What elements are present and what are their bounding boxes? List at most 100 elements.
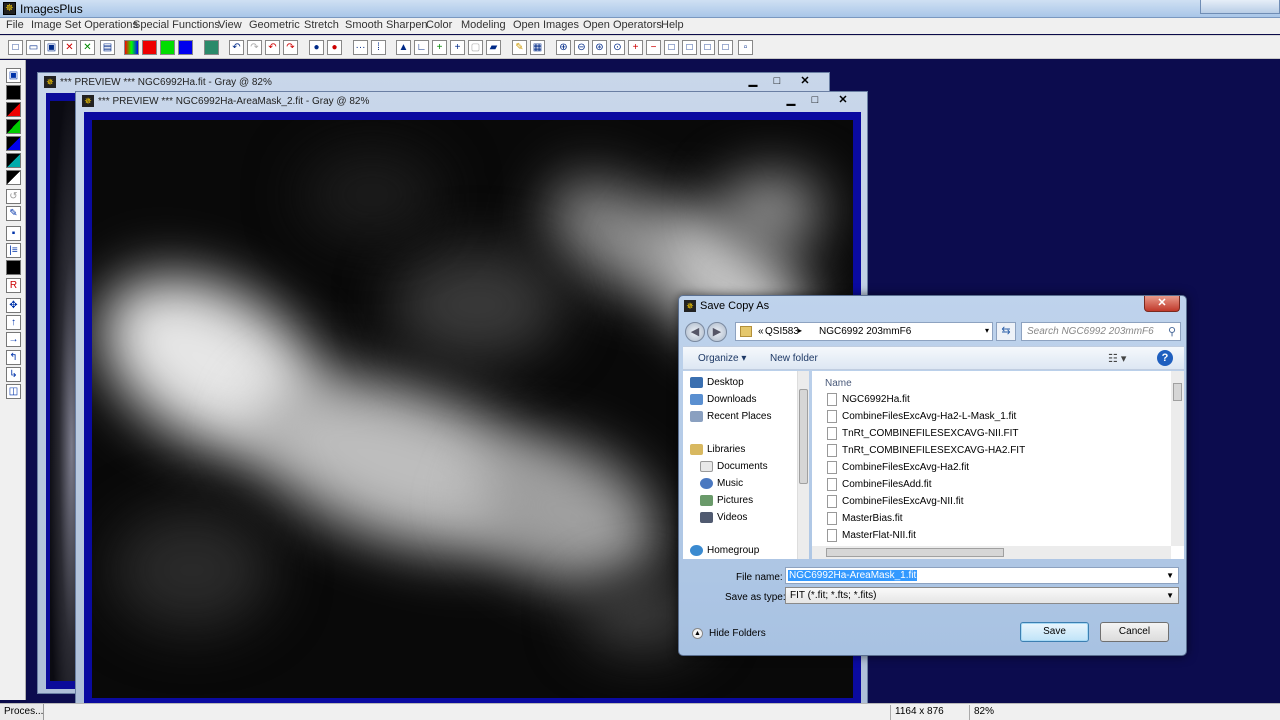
black-tool-icon[interactable] [6,85,21,100]
zoom-out-icon[interactable]: ⊖ [574,40,589,55]
points-icon[interactable]: ⁞ [371,40,386,55]
record-icon[interactable]: ● [327,40,342,55]
new-folder-button[interactable]: New folder [770,353,818,364]
menu-view[interactable]: View [218,19,242,31]
taskbar-processing-button[interactable]: Proces... [0,704,44,720]
tile-icon-2[interactable]: □ [682,40,697,55]
save-icon[interactable]: ▣ [44,40,59,55]
close-all-icon[interactable]: ✕ [80,40,95,55]
blue-channel-icon[interactable] [178,40,193,55]
file-name-input[interactable]: NGC6992Ha-AreaMask_1.fit ▼ [785,567,1179,584]
point-tool-icon[interactable]: ▪ [6,226,21,241]
curves-icon[interactable]: ∟ [414,40,429,55]
arrow-right-icon[interactable]: → [6,332,21,347]
nav-item-desktop[interactable]: Desktop [690,377,744,388]
close-image-icon[interactable]: ✕ [62,40,77,55]
help-icon[interactable]: ? [1157,350,1173,366]
rotate-left-icon[interactable]: ↰ [6,350,21,365]
file-row[interactable]: CombineFilesExcAvg-NII.fit [827,493,1167,510]
crosshair-icon[interactable]: + [450,40,465,55]
cancel-button[interactable]: Cancel [1100,622,1169,642]
green-channel-icon[interactable] [160,40,175,55]
menu-image-set-operations[interactable]: Image Set Operations [31,19,138,31]
maximize-button[interactable]: □ [804,94,826,108]
arrow-up-icon[interactable]: ↑ [6,315,21,330]
dotted-line-icon[interactable]: ··· [353,40,368,55]
zoom-fit-icon[interactable]: ⊛ [592,40,607,55]
remove-image-icon[interactable]: − [646,40,661,55]
nav-item-pictures[interactable]: Pictures [700,495,753,506]
redo-icon[interactable]: ↷ [247,40,262,55]
search-input[interactable]: Search NGC6992 203mmF6 ⚲ [1021,322,1181,341]
pencil-icon[interactable]: ✎ [512,40,527,55]
forward-arrow-icon[interactable]: ▶ [707,322,727,342]
menu-open-operators[interactable]: Open Operators [583,19,662,31]
address-bar[interactable]: « QSI583 ▸ NGC6992 203mmF6 ▾ [735,322,993,341]
address-segment-qsi583[interactable]: QSI583 [765,326,799,337]
grid-icon[interactable] [204,40,219,55]
undo-icon[interactable]: ↶ [229,40,244,55]
minimize-button[interactable]: ▁ [742,75,764,89]
frame-tool-icon[interactable]: ◫ [6,384,21,399]
file-row[interactable]: TnRt_COMBINEFILESEXCAVG-NII.FIT [827,425,1167,442]
nav-scrollbar[interactable] [797,371,809,559]
nav-item-downloads[interactable]: Downloads [690,394,756,405]
lines-tool-icon[interactable]: |≡ [6,243,21,258]
search-tool-icon[interactable]: R [6,278,21,293]
selection-box-icon[interactable]: ▢ [468,40,483,55]
images-plus-icon[interactable]: ✵ [3,2,16,15]
green-mix-icon[interactable] [6,119,21,134]
refresh-icon[interactable]: ⇆ [996,322,1016,341]
camera-icon[interactable]: ▰ [486,40,501,55]
file-name-dropdown-icon[interactable]: ▼ [1166,571,1174,580]
save-as-type-dropdown-icon[interactable]: ▼ [1166,591,1174,600]
copy-icon[interactable]: ▤ [100,40,115,55]
move-tool-icon[interactable]: ✥ [6,298,21,313]
maximize-button[interactable]: □ [766,75,788,89]
menu-modeling[interactable]: Modeling [461,19,506,31]
red-channel-icon[interactable] [142,40,157,55]
mask-tool-icon[interactable] [6,260,21,275]
close-button[interactable]: ✕ [832,94,854,108]
file-row[interactable]: TnRt_COMBINEFILESEXCAVG-HA2.FIT [827,442,1167,459]
organize-button[interactable]: Organize ▾ [698,353,746,364]
file-row[interactable]: MasterFlat-NII.fit [827,527,1167,544]
new-file-icon[interactable]: □ [8,40,23,55]
nav-item-homegroup[interactable]: Homegroup [690,545,759,556]
column-header-name[interactable]: Name [825,378,852,389]
file-list-vertical-scrollbar[interactable] [1171,371,1184,546]
rgb-channels-icon[interactable] [124,40,139,55]
tile-icon-5[interactable]: ▫ [738,40,753,55]
view-options-button[interactable]: ☷ ▾ [1108,352,1126,365]
tile-icon-3[interactable]: □ [700,40,715,55]
search-icon[interactable]: ⚲ [1168,325,1176,338]
file-row[interactable]: MasterBias.fit [827,510,1167,527]
tile-icon-1[interactable]: □ [664,40,679,55]
add-image-icon[interactable]: + [628,40,643,55]
menu-smooth-sharpen[interactable]: Smooth Sharpen [345,19,428,31]
nav-item-music[interactable]: Music [700,478,743,489]
rotate-tool-icon[interactable]: ↺ [6,189,21,204]
save-as-type-select[interactable]: FIT (*.fit; *.fts; *.fits) ▼ [785,587,1179,604]
hide-folders-toggle[interactable]: ▲ Hide Folders [692,628,766,639]
back-arrow-icon[interactable]: ◀ [685,322,705,342]
minimize-button[interactable]: ▁ [780,94,802,108]
red-mix-icon[interactable] [6,102,21,117]
nav-item-documents[interactable]: Documents [700,461,768,472]
tile-icon-4[interactable]: □ [718,40,733,55]
zoom-in-icon[interactable]: ⊕ [556,40,571,55]
menu-geometric[interactable]: Geometric [249,19,300,31]
open-folder-icon[interactable]: ▭ [26,40,41,55]
vertical-scrollbar-thumb[interactable] [1173,383,1182,401]
dialog-close-button[interactable]: ✕ [1144,296,1180,312]
nav-item-libraries[interactable]: Libraries [690,444,745,455]
menu-open-images[interactable]: Open Images [513,19,579,31]
undo-all-icon[interactable]: ↶ [265,40,280,55]
menu-file[interactable]: File [6,19,24,31]
grid-overlay-icon[interactable]: ▦ [530,40,545,55]
cyan-mix-icon[interactable] [6,153,21,168]
menu-special-functions[interactable]: Special Functions [133,19,220,31]
save-tool-icon[interactable]: ▣ [6,68,21,83]
blue-mix-icon[interactable] [6,136,21,151]
save-button[interactable]: Save [1020,622,1089,642]
